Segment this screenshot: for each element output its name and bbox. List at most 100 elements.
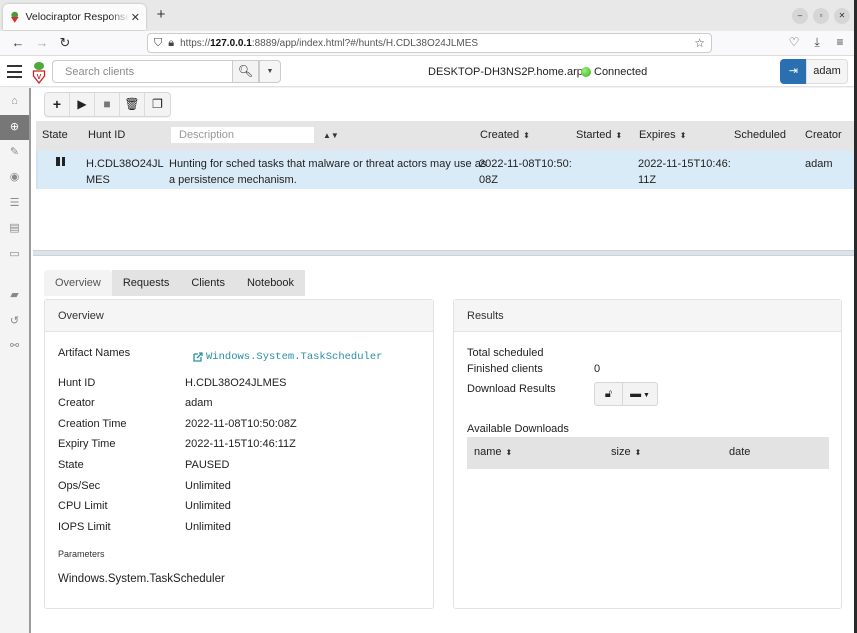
description-cell: Hunting for sched tasks that malware or …: [169, 158, 487, 186]
laptop-icon: ▭: [9, 248, 20, 260]
reload-button[interactable]: ↻: [57, 35, 73, 51]
delete-hunt-button[interactable]: 🗑︎: [120, 93, 145, 116]
close-tab-icon[interactable]: ✕: [131, 11, 140, 24]
total-scheduled-label: Total scheduled: [467, 347, 544, 359]
search-clients-input[interactable]: [52, 60, 233, 83]
sidebar-item-hunt-manager[interactable]: ⊕: [0, 115, 29, 140]
creator-cell: adam: [805, 158, 833, 170]
back-button[interactable]: ←: [10, 35, 26, 51]
field-label: IOPS Limit: [58, 521, 111, 533]
close-window-button[interactable]: ✕: [834, 8, 850, 24]
overview-panel: Overview Artifact Names Windows.System.T…: [44, 299, 434, 609]
download-icon[interactable]: ⤓: [809, 35, 825, 50]
new-hunt-button[interactable]: +: [45, 93, 70, 116]
user-menu-button[interactable]: adam: [806, 59, 848, 84]
sidebar-item-server-events[interactable]: ◉: [0, 165, 29, 190]
menu-icon[interactable]: ≡: [832, 35, 848, 49]
minimize-window-button[interactable]: –: [792, 8, 808, 24]
caret-down-icon: ▼: [641, 392, 650, 399]
field-label: Expiry Time: [58, 438, 116, 450]
pane-splitter[interactable]: [33, 250, 854, 256]
finished-clients-label: Finished clients: [467, 363, 543, 375]
sidebar-item-view-artifacts[interactable]: ✎: [0, 140, 29, 165]
column-started[interactable]: Started ⬍: [576, 129, 622, 141]
sort-description-icon[interactable]: ▲▼: [319, 129, 339, 141]
field-label: CPU Limit: [58, 500, 108, 512]
browser-tab[interactable]: Velociraptor Response and Monitoring ✕: [3, 4, 146, 30]
search-dropdown-button[interactable]: ▼: [259, 60, 281, 83]
hunt-id-cell: H.CDL38O24JL MES: [86, 158, 164, 186]
browser-window: Velociraptor Response and Monitoring ✕ +…: [0, 0, 857, 633]
download-buttons: 🔓︎ ▬ ▼: [594, 382, 658, 406]
server-hostname: DESKTOP-DH3NS2P.home.arpa: [428, 66, 589, 78]
password-toggle-button[interactable]: 🔓︎: [594, 382, 623, 406]
trash-icon: 🗑︎: [124, 97, 140, 111]
sidebar-item-notebooks[interactable]: ▤: [0, 216, 29, 241]
logout-button[interactable]: ⇥: [780, 59, 807, 84]
pocket-icon[interactable]: ♡: [786, 35, 802, 49]
forward-button[interactable]: →: [34, 35, 50, 51]
field-label: Creator: [58, 397, 95, 409]
new-tab-button[interactable]: +: [153, 6, 169, 24]
artifact-link[interactable]: Windows.System.TaskScheduler: [193, 351, 382, 363]
tab-clients[interactable]: Clients: [180, 270, 236, 296]
sidebar-item-history[interactable]: ↺: [0, 309, 29, 334]
hunt-detail-tabs: Overview Requests Clients Notebook: [44, 270, 306, 296]
server-icon: ☰: [9, 197, 20, 209]
tab-overview[interactable]: Overview: [44, 270, 112, 296]
results-panel-title: Results: [454, 300, 841, 332]
browser-tab-title: Velociraptor Response and Monitoring: [25, 11, 129, 23]
parameters-value: Windows.System.TaskScheduler: [58, 573, 225, 585]
url-text: https://127.0.0.1:8889/app/index.html?#/…: [180, 37, 479, 49]
sort-icon: ⬍: [679, 131, 687, 140]
field-label: Creation Time: [58, 418, 127, 430]
results-panel: Results Total scheduled Finished clients…: [453, 299, 842, 609]
sidebar-item-search[interactable]: ⚯: [0, 334, 29, 359]
url-bar[interactable]: ⛉ 🔒︎ https://127.0.0.1:8889/app/index.ht…: [147, 33, 712, 53]
unlock-icon: 🔓︎: [604, 388, 613, 400]
lock-icon: 🔒︎: [168, 36, 175, 49]
field-value-expiry-time: 2022-11-15T10:46:11Z: [185, 438, 296, 450]
shield-icon: ⛉: [154, 36, 163, 49]
sidebar-item-server-artifacts[interactable]: ☰: [0, 191, 29, 216]
field-label: Hunt ID: [58, 377, 96, 389]
caret-down-icon: ▼: [266, 68, 274, 75]
created-cell: 2022-11-08T10:50: 08Z: [479, 158, 572, 186]
copy-hunt-button[interactable]: ❐: [145, 93, 170, 116]
download-results-label: Download Results: [467, 383, 556, 395]
hamburger-menu-icon[interactable]: [7, 65, 22, 78]
field-label: Ops/Sec: [58, 480, 101, 492]
prepare-download-dropdown[interactable]: ▬ ▼: [623, 382, 658, 406]
downloads-table-header: name ⬍ size ⬍ date: [467, 437, 829, 469]
column-expires[interactable]: Expires ⬍: [639, 129, 686, 141]
sidebar-item-home[interactable]: ⌂: [0, 89, 29, 114]
maximize-window-button[interactable]: ▫: [813, 8, 829, 24]
sidebar-item-users[interactable]: ▭: [0, 242, 29, 267]
search-button[interactable]: 🔍︎: [232, 60, 259, 83]
field-value-hunt-id: H.CDL38O24JLMES: [185, 377, 287, 389]
velociraptor-favicon-icon: [10, 11, 19, 23]
field-value-state: PAUSED: [185, 459, 230, 471]
overview-panel-title: Overview: [45, 300, 433, 332]
stop-icon: ■: [103, 97, 111, 111]
description-filter-input[interactable]: [171, 127, 314, 143]
column-created[interactable]: Created ⬍: [480, 129, 530, 141]
field-value-ops-sec: Unlimited: [185, 480, 231, 492]
bookmark-star-icon[interactable]: ☆: [694, 36, 705, 50]
stop-hunt-button[interactable]: ■: [95, 93, 120, 116]
column-scheduled: Scheduled: [734, 129, 786, 141]
eye-icon: ◉: [9, 171, 20, 183]
column-size[interactable]: size ⬍: [611, 446, 641, 458]
search-icon: 🔍︎: [237, 64, 254, 78]
tab-notebook[interactable]: Notebook: [235, 270, 306, 296]
home-icon: ⌂: [11, 95, 18, 107]
tab-requests[interactable]: Requests: [111, 270, 181, 296]
svg-text:V: V: [37, 74, 42, 81]
parameters-label: Parameters: [58, 549, 105, 559]
sidebar-item-client-files[interactable]: ▰: [0, 283, 29, 308]
hunt-row[interactable]: H.CDL38O24JL MES Hunting for sched tasks …: [36, 151, 854, 189]
column-name[interactable]: name ⬍: [474, 446, 512, 458]
run-hunt-button[interactable]: ▶: [70, 93, 95, 116]
hunts-table: State Hunt ID ▲▼ Created⬍ Started⬍ Expir…: [36, 121, 854, 189]
plus-icon: +: [52, 96, 62, 112]
